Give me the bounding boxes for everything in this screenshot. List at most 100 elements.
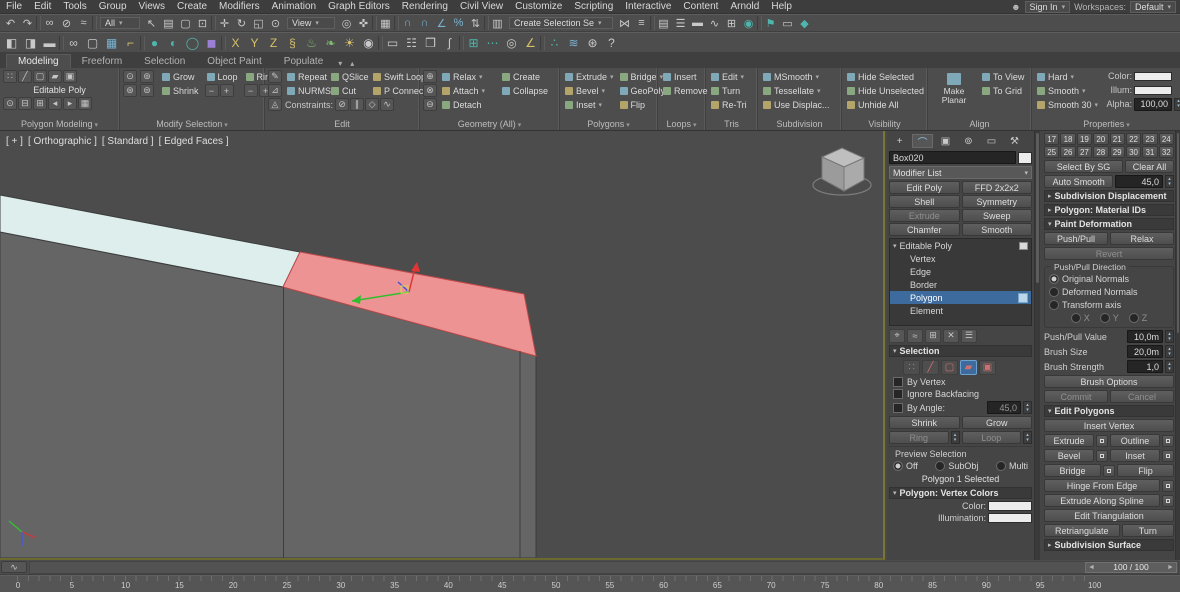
turn-button[interactable]: Turn: [1122, 524, 1174, 537]
slice-plane-icon[interactable]: ⊖: [423, 98, 437, 111]
auto-smooth-button[interactable]: Auto Smooth: [1044, 175, 1113, 188]
edit-poly-mod-button[interactable]: Edit Poly: [889, 181, 960, 194]
tab-object-paint[interactable]: Object Paint: [196, 55, 272, 68]
tab-modeling[interactable]: Modeling: [6, 54, 71, 68]
inset-button[interactable]: Inset: [563, 98, 616, 111]
smoothing-group-button[interactable]: 26: [1060, 146, 1075, 158]
border-mode-icon[interactable]: ▢: [33, 70, 47, 83]
previous-mode-icon[interactable]: ◂: [48, 97, 62, 110]
make-planar-button[interactable]: Make Planar: [931, 70, 977, 108]
pin-selection-icon[interactable]: ⊙: [3, 97, 17, 110]
constraint-normal-icon[interactable]: ∿: [380, 98, 394, 111]
axis-y-radio[interactable]: Y: [1100, 313, 1119, 323]
edge-subobj-icon[interactable]: ╱: [922, 360, 939, 375]
brush-size-field[interactable]: 20,0m: [1127, 345, 1163, 358]
subdivision-displacement-rollout-header[interactable]: Subdivision Displacement: [1044, 190, 1174, 202]
modifier-list-dropdown[interactable]: Modifier List: [889, 166, 1032, 179]
vertex-mode-icon[interactable]: ∷: [3, 70, 17, 83]
menu-item[interactable]: Civil View: [454, 0, 509, 14]
push-pull-value-spinner[interactable]: [1165, 330, 1174, 343]
helix-icon[interactable]: §: [283, 34, 302, 51]
menu-item[interactable]: Edit: [28, 0, 57, 14]
by-angle-checkbox[interactable]: By Angle:: [889, 403, 945, 413]
symmetry-button[interactable]: Symmetry: [962, 195, 1033, 208]
axis-constraint-x-icon[interactable]: X: [226, 34, 245, 51]
select-and-scale-icon[interactable]: ◱: [250, 16, 267, 31]
tab-selection[interactable]: Selection: [133, 55, 196, 68]
edit-triangulation-button[interactable]: Edit Triangulation: [1044, 509, 1174, 522]
menu-item[interactable]: Interactive: [619, 0, 677, 14]
dummy-helper-icon[interactable]: ▢: [83, 34, 102, 51]
display-monitor-icon[interactable]: ▭: [383, 34, 402, 51]
cancel-button[interactable]: Cancel: [1110, 390, 1174, 403]
time-slider-track[interactable]: ◄ 100 / 100 ►: [29, 561, 1179, 574]
keyboard-override-icon[interactable]: ▦: [377, 16, 394, 31]
next-frame-arrow[interactable]: ►: [1167, 564, 1174, 571]
smoothing-group-button[interactable]: 25: [1044, 146, 1059, 158]
by-angle-spinner[interactable]: [1023, 401, 1032, 414]
motion-tab-icon[interactable]: ⊚: [958, 134, 979, 148]
alpha-spinner[interactable]: [1174, 98, 1180, 111]
menu-item[interactable]: Content: [677, 0, 724, 14]
smoothing-group-button[interactable]: 23: [1142, 133, 1157, 145]
by-vertex-checkbox[interactable]: By Vertex: [889, 377, 1032, 387]
panel-label-loops[interactable]: Loops: [661, 118, 702, 130]
axis-constraint-z-icon[interactable]: Z: [264, 34, 283, 51]
array-tool-icon[interactable]: ⊞: [464, 34, 483, 51]
use-displacement-button[interactable]: Use Displac...: [761, 98, 838, 111]
panel-label-polygons[interactable]: Polygons: [563, 118, 654, 130]
similar-selection-icon[interactable]: ⊜: [140, 84, 154, 97]
relax-button[interactable]: Relax: [440, 70, 498, 83]
hide-unselected-button[interactable]: Hide Unselected: [845, 84, 924, 97]
axis-x-radio[interactable]: X: [1071, 313, 1090, 323]
auto-smooth-field[interactable]: 45,0: [1115, 175, 1163, 188]
paint-deformation-rollout-header[interactable]: Paint Deformation: [1044, 218, 1174, 230]
select-by-sg-button[interactable]: Select By SG: [1044, 160, 1123, 173]
unhide-all-button[interactable]: Unhide All: [845, 98, 924, 111]
clear-all-button[interactable]: Clear All: [1125, 160, 1174, 173]
edge-mode-icon[interactable]: ╱: [18, 70, 32, 83]
material-editor-icon[interactable]: ◉: [740, 16, 757, 31]
revert-button[interactable]: Revert: [1044, 247, 1174, 260]
viewport-menu-pov[interactable]: [ Orthographic ]: [28, 136, 97, 147]
material-ids-rollout-header[interactable]: Polygon: Material IDs: [1044, 204, 1174, 216]
ribbon-pane-icon[interactable]: ▬: [40, 34, 59, 51]
transform-axis-radio[interactable]: Transform axis: [1049, 300, 1169, 310]
select-dot-loop-icon[interactable]: ⊙: [123, 70, 137, 83]
commit-button[interactable]: Commit: [1044, 390, 1108, 403]
brush-size-spinner[interactable]: [1165, 345, 1174, 358]
sweep-button[interactable]: Sweep: [962, 209, 1033, 222]
show-end-result-icon[interactable]: ≈: [907, 329, 923, 343]
chamfer-button[interactable]: Chamfer: [889, 223, 960, 236]
selection-rollout-header[interactable]: Selection: [889, 345, 1032, 357]
stack-item-polygon[interactable]: Polygon: [890, 291, 1031, 304]
modifier-settings-icon[interactable]: ▦: [78, 97, 92, 110]
ring-selection-button[interactable]: Ring: [889, 431, 949, 444]
object-name-field[interactable]: Box020: [889, 151, 1016, 164]
menu-item[interactable]: Graph Editors: [322, 0, 396, 14]
bone-tool-icon[interactable]: ∫: [440, 34, 459, 51]
snapshot-icon[interactable]: ◎: [502, 34, 521, 51]
view-cube[interactable]: [805, 135, 877, 207]
preserve-uvs-icon[interactable]: ✎: [268, 70, 282, 83]
bridge-ep-button[interactable]: Bridge: [1044, 464, 1101, 477]
undo-icon[interactable]: ↶: [2, 16, 19, 31]
extrude-ep-button[interactable]: Extrude: [1044, 434, 1094, 447]
loop-spinner[interactable]: [1023, 431, 1032, 444]
panel-label-subdivision[interactable]: Subdivision: [761, 118, 838, 130]
hard-button[interactable]: Hard: [1035, 70, 1100, 83]
select-and-move-icon[interactable]: ✛: [216, 16, 233, 31]
to-view-button[interactable]: To View: [980, 70, 1026, 83]
menu-item[interactable]: File: [0, 0, 28, 14]
light-icon[interactable]: ☀: [340, 34, 359, 51]
viewport-menu-style[interactable]: [ Standard ]: [102, 136, 154, 147]
camera-icon[interactable]: ◉: [359, 34, 378, 51]
stack-item-border[interactable]: Border: [890, 278, 1031, 291]
expand-stack-icon[interactable]: ⊞: [33, 97, 47, 110]
geosphere-primitive-icon[interactable]: ◐: [164, 34, 183, 51]
panel-label-tris[interactable]: Tris: [709, 118, 754, 130]
smoothing-group-button[interactable]: 28: [1093, 146, 1108, 158]
subdivision-surface-rollout-header[interactable]: Subdivision Surface: [1044, 539, 1174, 551]
percent-snap-icon[interactable]: %: [450, 16, 467, 31]
help-info-icon[interactable]: ?: [602, 34, 621, 51]
